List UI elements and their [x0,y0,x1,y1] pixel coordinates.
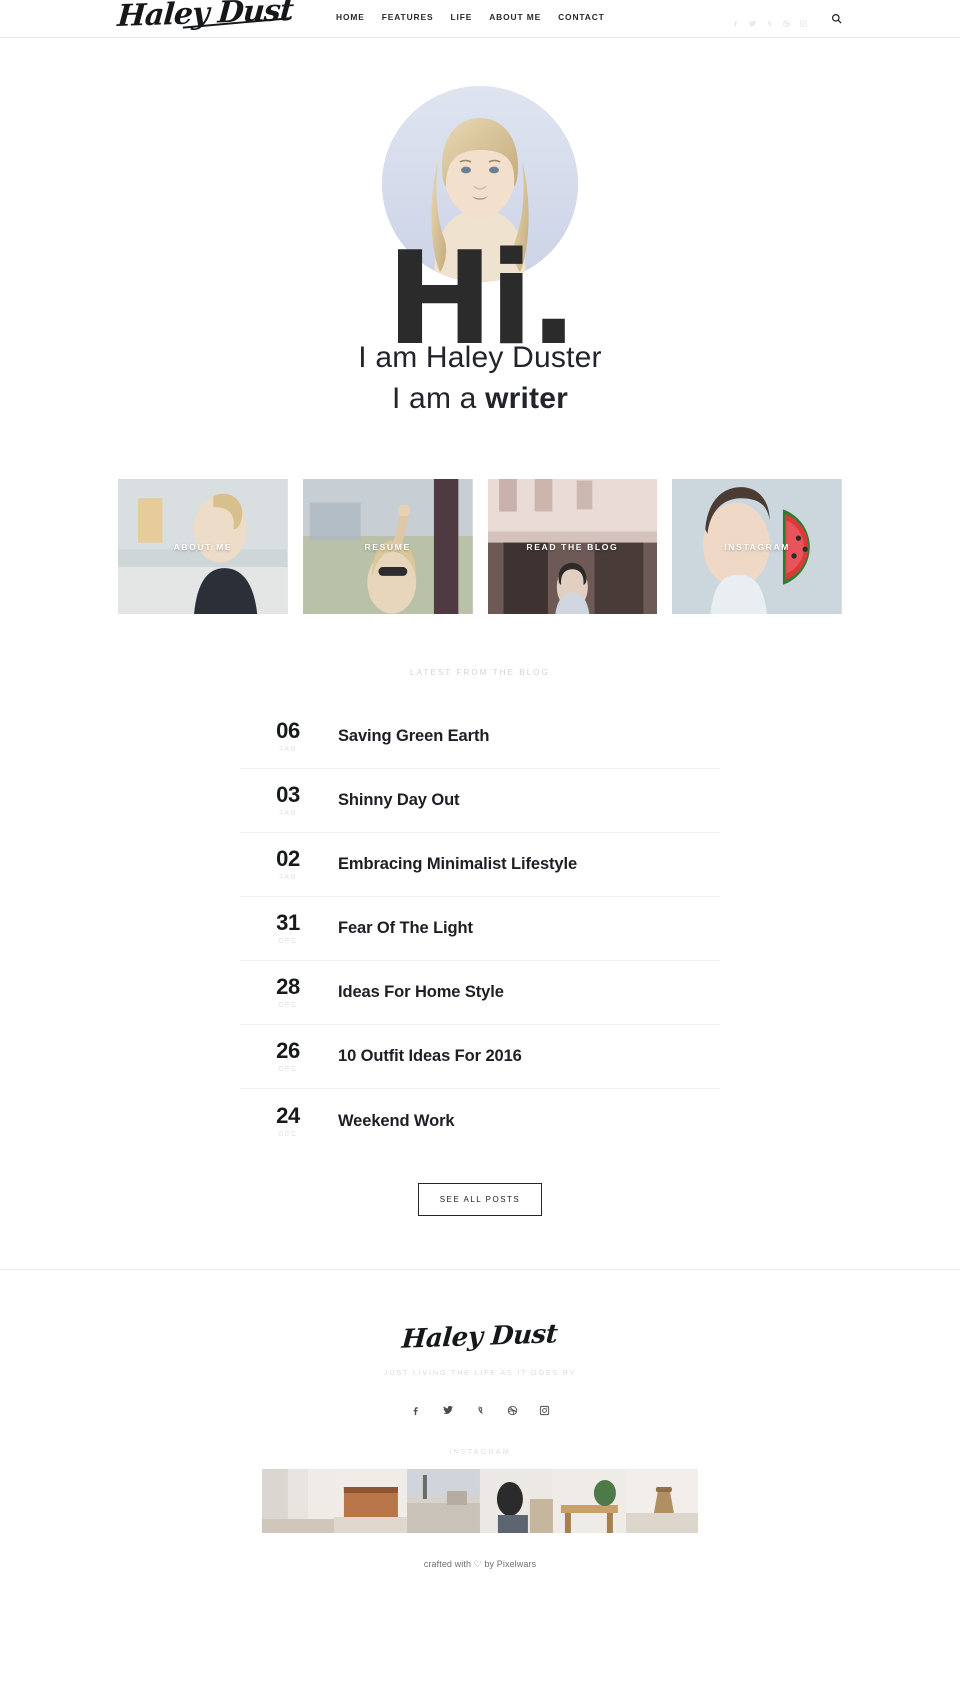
post-date: 26 DEC [240,1038,336,1074]
hero-line-2-prefix: I am a [391,381,486,415]
hero-line-1: I am Haley Duster [358,341,602,374]
post-list-item[interactable]: 26 DEC 10 Outfit Ideas For 2016 [240,1025,720,1089]
post-month: DEC [278,1002,298,1009]
site-header: Haley Dust HOME FEATURES LIFE ABOUT ME C… [0,0,960,38]
footer-logo[interactable]: Haley Dust [401,1319,559,1354]
site-logo[interactable]: Haley Dust [116,0,294,34]
post-month: JAN [278,746,298,753]
header-right-group [731,11,842,29]
facebook-icon[interactable] [410,1403,421,1421]
tile-about-me[interactable]: ABOUT ME [118,479,288,614]
post-date: 31 DEC [240,910,336,946]
post-date: 28 DEC [240,974,336,1010]
header-social-links [731,15,808,28]
post-date: 03 JAN [240,782,336,818]
hero-line-2: I am a writer [0,379,960,420]
post-list-item[interactable]: 24 DEC Weekend Work [240,1089,720,1153]
post-list-item[interactable]: 28 DEC Ideas For Home Style [240,961,720,1025]
instagram-strip [261,1469,699,1533]
post-title[interactable]: Saving Green Earth [336,727,489,746]
twitter-icon[interactable] [748,15,757,27]
nav-item-features[interactable]: FEATURES [382,12,434,22]
post-title[interactable]: 10 Outfit Ideas For 2016 [336,1047,522,1066]
vine-icon[interactable] [765,15,774,27]
credit-before: crafted with [423,1559,472,1569]
post-list-item[interactable]: 06 JAN Saving Green Earth [240,705,720,769]
nav-item-home[interactable]: HOME [336,12,365,22]
post-title[interactable]: Shinny Day Out [336,791,460,810]
instagram-icon[interactable] [799,15,808,28]
post-month: JAN [278,810,298,817]
footer-tagline: JUST LIVING THE LIFE AS IT GOES BY [383,1368,577,1377]
post-day: 02 [276,846,300,871]
tile-label: INSTAGRAM [724,541,791,552]
footer-social-links [0,1403,960,1421]
post-list-item[interactable]: 31 DEC Fear Of The Light [240,897,720,961]
hero-line-2-strong: writer [485,381,568,415]
post-day: 26 [276,1038,300,1063]
post-list-item[interactable]: 03 JAN Shinny Day Out [240,769,720,833]
credit-after: by Pixelwars [484,1559,537,1569]
post-title[interactable]: Fear Of The Light [336,919,473,938]
post-date: 06 JAN [240,718,336,754]
post-month: JAN [278,874,298,881]
instagram-thumb[interactable] [261,1469,335,1533]
vine-icon[interactable] [475,1403,486,1421]
facebook-icon[interactable] [731,15,740,28]
instagram-thumb[interactable] [552,1469,626,1533]
section-kicker: LATEST FROM THE BLOG [410,668,550,677]
see-all-posts-wrap: SEE ALL POSTS [0,1183,960,1216]
post-date: 24 DEC [240,1102,336,1138]
heart-icon: ♡ [473,1559,482,1569]
tile-label: RESUME [364,541,411,552]
site-logo-text: Haley Dust [116,0,295,35]
dribbble-icon[interactable] [507,1403,518,1421]
post-month: DEC [278,1130,298,1138]
post-month: DEC [278,938,298,945]
instagram-thumb[interactable] [407,1469,480,1533]
instagram-thumb[interactable] [479,1469,553,1533]
credit-line: crafted with ♡ by Pixelwars [0,1559,960,1570]
tile-label: ABOUT ME [173,541,233,552]
hero-section: Hi. I am Haley Duster I am a writer [0,38,960,458]
twitter-icon[interactable] [442,1403,454,1421]
post-title[interactable]: Ideas For Home Style [336,983,504,1002]
post-day: 28 [276,974,300,999]
tile-read-the-blog[interactable]: READ THE BLOG [487,479,658,614]
nav-item-about-me[interactable]: ABOUT ME [489,12,541,22]
instagram-thumb[interactable] [334,1469,408,1533]
post-day: 24 [276,1102,300,1128]
search-icon[interactable] [831,11,842,29]
tile-instagram[interactable]: INSTAGRAM [672,479,842,614]
post-date: 02 JAN [240,846,336,882]
main-navigation: HOME FEATURES LIFE ABOUT ME CONTACT [336,12,605,22]
instagram-icon[interactable] [539,1403,550,1421]
post-day: 31 [276,910,300,935]
hero-subtitle: I am Haley Duster I am a writer [0,338,960,420]
post-title[interactable]: Embracing Minimalist Lifestyle [336,855,577,874]
post-day: 06 [276,718,300,743]
latest-blog-section: LATEST FROM THE BLOG 06 JAN Saving Green… [0,668,960,1216]
dribbble-icon[interactable] [782,15,791,28]
instagram-thumb[interactable] [625,1469,699,1533]
site-footer: Haley Dust JUST LIVING THE LIFE AS IT GO… [0,1269,960,1584]
tile-resume[interactable]: RESUME [302,479,473,614]
post-list: 06 JAN Saving Green Earth 03 JAN Shinny … [240,705,720,1153]
see-all-posts-button[interactable]: SEE ALL POSTS [417,1183,543,1216]
nav-item-contact[interactable]: CONTACT [558,12,605,22]
tile-label: READ THE BLOG [526,541,619,552]
feature-tiles: ABOUT ME RESUME READ THE BLOG INSTAGRAM [118,479,842,614]
post-title[interactable]: Weekend Work [336,1112,455,1131]
nav-item-life[interactable]: LIFE [450,12,472,22]
post-month: DEC [278,1066,298,1073]
instagram-kicker: INSTAGRAM [449,1447,511,1456]
post-day: 03 [276,782,300,807]
post-list-item[interactable]: 02 JAN Embracing Minimalist Lifestyle [240,833,720,897]
